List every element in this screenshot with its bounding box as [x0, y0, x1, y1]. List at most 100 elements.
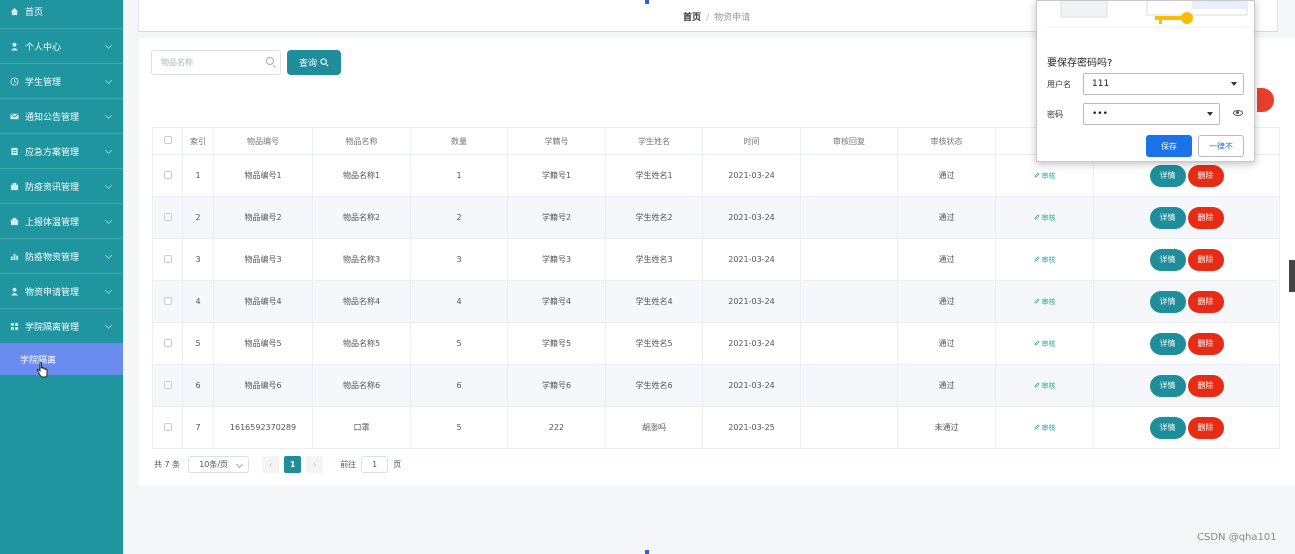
cell-time: 2021-03-24	[702, 280, 801, 323]
table-header-cell: 物品编号	[213, 127, 313, 155]
edit-icon	[1034, 256, 1039, 261]
delete-button[interactable]: 删除	[1187, 332, 1224, 355]
sidebar-item-3[interactable]: 通知公告管理	[0, 99, 123, 134]
audit-link[interactable]: 审核	[1034, 214, 1056, 222]
username-value: 111	[1092, 79, 1110, 89]
page-size-select[interactable]: 10条/页	[188, 456, 250, 473]
sidebar-item-label: 应急方案管理	[25, 147, 80, 158]
sidebar-item-4[interactable]: 应急方案管理	[0, 134, 123, 169]
cell-name: 物品名称1	[312, 154, 411, 197]
breadcrumb: 首页 / 物资申请	[683, 10, 750, 23]
cell-sid: 学籍号4	[507, 280, 606, 323]
detail-button[interactable]: 详情	[1149, 206, 1186, 229]
detail-button[interactable]: 详情	[1149, 332, 1186, 355]
cell-name: 物品名称5	[312, 322, 411, 365]
actions-cell: 详情 删除	[1093, 196, 1280, 239]
sidebar-subitem-isolation[interactable]: 学院隔离	[0, 344, 123, 375]
sidebar-item-0[interactable]: 首页	[0, 0, 123, 29]
save-password-button[interactable]: 保存	[1146, 135, 1192, 157]
sidebar-item-2[interactable]: 学生管理	[0, 64, 123, 99]
detail-button[interactable]: 详情	[1149, 164, 1186, 187]
breadcrumb-home[interactable]: 首页	[683, 13, 701, 23]
delete-button[interactable]: 删除	[1187, 290, 1224, 313]
sidebar-item-6[interactable]: 上报体温管理	[0, 204, 123, 239]
audit-link[interactable]: 审核	[1034, 424, 1056, 432]
detail-button[interactable]: 详情	[1149, 248, 1186, 271]
cell-sname: 学生姓名2	[605, 196, 703, 239]
row-checkbox-cell	[152, 280, 183, 323]
sidebar-item-9[interactable]: 学院隔离管理	[0, 309, 123, 344]
table-header-cell[interactable]	[152, 127, 183, 155]
search-input[interactable]: 物品名称	[151, 50, 281, 75]
delete-button[interactable]: 删除	[1187, 416, 1224, 439]
row-checkbox[interactable]	[163, 170, 172, 179]
sidebar-item-8[interactable]: 物资申请管理	[0, 274, 123, 309]
never-save-button[interactable]: 一律不	[1198, 135, 1244, 157]
row-checkbox-cell	[152, 322, 183, 365]
delete-button[interactable]: 删除	[1187, 374, 1224, 397]
next-page-button[interactable]: ›	[306, 456, 324, 473]
sidebar-item-label: 通知公告管理	[25, 112, 80, 123]
watermark: CSDN @qha101	[1197, 532, 1277, 543]
row-checkbox[interactable]	[163, 254, 172, 263]
row-checkbox[interactable]	[163, 422, 172, 431]
audit-label: 审核	[1041, 213, 1056, 222]
edit-icon	[1034, 382, 1039, 387]
cell-name: 口罩	[312, 406, 411, 449]
actions-cell: 详情 删除	[1093, 364, 1280, 407]
select-all-checkbox[interactable]	[163, 136, 172, 144]
sidebar-item-5[interactable]: 防疫资讯管理	[0, 169, 123, 204]
edit-icon	[1034, 172, 1039, 177]
bar-chart-icon	[9, 251, 19, 261]
prev-page-button[interactable]: ‹	[262, 456, 280, 473]
actions-cell: 详情 删除	[1093, 238, 1280, 281]
goto-page-input[interactable]: 1	[361, 456, 389, 473]
user-icon	[9, 286, 19, 296]
query-button[interactable]: 查询	[287, 50, 341, 75]
password-select[interactable]: •••	[1083, 103, 1220, 125]
delete-button[interactable]: 删除	[1187, 164, 1224, 187]
add-button-partial[interactable]	[1257, 88, 1274, 112]
page-size-value: 10条/页	[199, 460, 229, 469]
password-label: 密码	[1047, 110, 1063, 119]
table-header-cell: 数量	[410, 127, 508, 155]
row-checkbox[interactable]	[163, 380, 172, 389]
audit-link[interactable]: 审核	[1034, 340, 1056, 348]
table-row: 6 物品编号6 物品名称6 6 学籍号6 学生姓名6 2021-03-24 通过 审核 详情 删除	[152, 364, 1280, 407]
detail-button[interactable]: 详情	[1149, 416, 1186, 439]
search-placeholder: 物品名称	[161, 58, 193, 67]
actions-cell: 详情 删除	[1093, 280, 1280, 323]
audit-link[interactable]: 审核	[1034, 298, 1056, 306]
cell-status: 通过	[897, 364, 996, 407]
table-header-cell: 学生姓名	[605, 127, 703, 155]
cell-qty: 2	[410, 196, 508, 239]
audit-link[interactable]: 审核	[1034, 382, 1056, 390]
audit-label: 审核	[1041, 339, 1056, 348]
row-checkbox-cell	[152, 364, 183, 407]
show-password-eye-icon[interactable]	[1233, 110, 1243, 116]
password-value: •••	[1092, 109, 1108, 119]
delete-button[interactable]: 删除	[1187, 206, 1224, 229]
cell-sid: 学籍号2	[507, 196, 606, 239]
chevron-down-icon	[104, 111, 113, 120]
audit-link[interactable]: 审核	[1034, 256, 1056, 264]
cell-reply	[800, 196, 898, 239]
page-number-1[interactable]: 1	[284, 456, 302, 473]
cell-qty: 1	[410, 154, 508, 197]
scrollbar-tab[interactable]	[1289, 260, 1295, 292]
sidebar-item-1[interactable]: 个人中心	[0, 29, 123, 64]
sidebar-item-7[interactable]: 防疫物资管理	[0, 239, 123, 274]
detail-button[interactable]: 详情	[1149, 374, 1186, 397]
cell-idx: 6	[182, 364, 214, 407]
row-checkbox[interactable]	[163, 296, 172, 305]
delete-button[interactable]: 删除	[1187, 248, 1224, 271]
row-checkbox[interactable]	[163, 212, 172, 221]
audit-label: 审核	[1041, 297, 1056, 306]
cell-qty: 5	[410, 322, 508, 365]
row-checkbox[interactable]	[163, 338, 172, 347]
chevron-down-icon	[104, 251, 113, 260]
audit-link[interactable]: 审核	[1034, 172, 1056, 180]
username-select[interactable]: 111	[1083, 73, 1244, 95]
detail-button[interactable]: 详情	[1149, 290, 1186, 313]
cell-time: 2021-03-24	[702, 322, 801, 365]
